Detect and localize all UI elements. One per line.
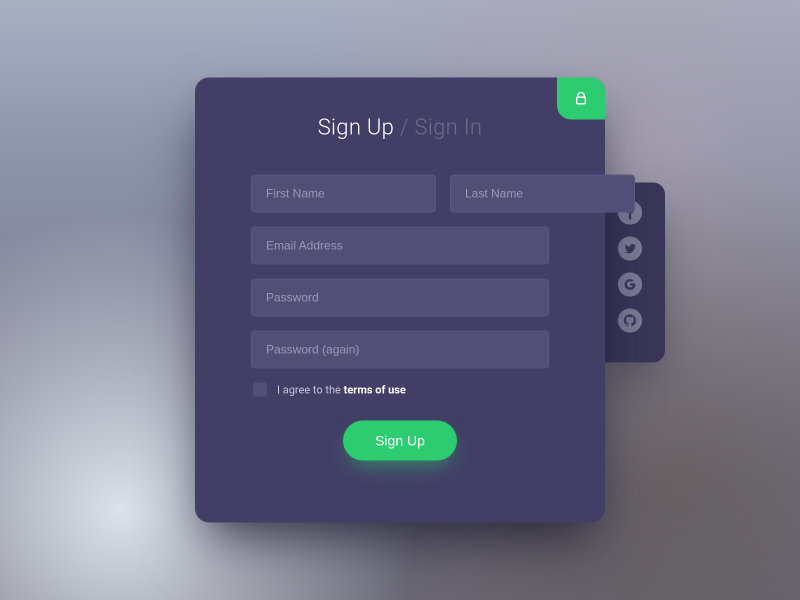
terms-checkbox[interactable] <box>253 383 267 397</box>
google-icon[interactable] <box>618 273 642 297</box>
lock-corner-button[interactable] <box>557 78 605 120</box>
email-field[interactable] <box>251 227 549 265</box>
password-field[interactable] <box>251 279 549 317</box>
terms-prefix: I agree to the <box>277 383 344 396</box>
first-name-field[interactable] <box>251 175 436 213</box>
github-icon[interactable] <box>618 309 642 333</box>
terms-link[interactable]: terms of use <box>344 383 406 396</box>
modal-stage: Sign Up / Sign In I agree to the terms <box>195 78 605 523</box>
signup-button[interactable]: Sign Up <box>343 421 457 461</box>
signup-card: Sign Up / Sign In I agree to the terms <box>195 78 605 523</box>
tab-separator: / <box>400 116 409 141</box>
terms-label: I agree to the terms of use <box>277 383 406 396</box>
auth-tabs: Sign Up / Sign In <box>251 116 549 141</box>
password-again-field[interactable] <box>251 331 549 369</box>
last-name-field[interactable] <box>450 175 635 213</box>
background: Sign Up / Sign In I agree to the terms <box>0 0 800 600</box>
lock-icon <box>573 91 589 107</box>
tab-signup[interactable]: Sign Up <box>318 116 394 141</box>
tab-signin[interactable]: Sign In <box>415 116 483 141</box>
twitter-icon[interactable] <box>618 237 642 261</box>
terms-row: I agree to the terms of use <box>251 383 549 397</box>
